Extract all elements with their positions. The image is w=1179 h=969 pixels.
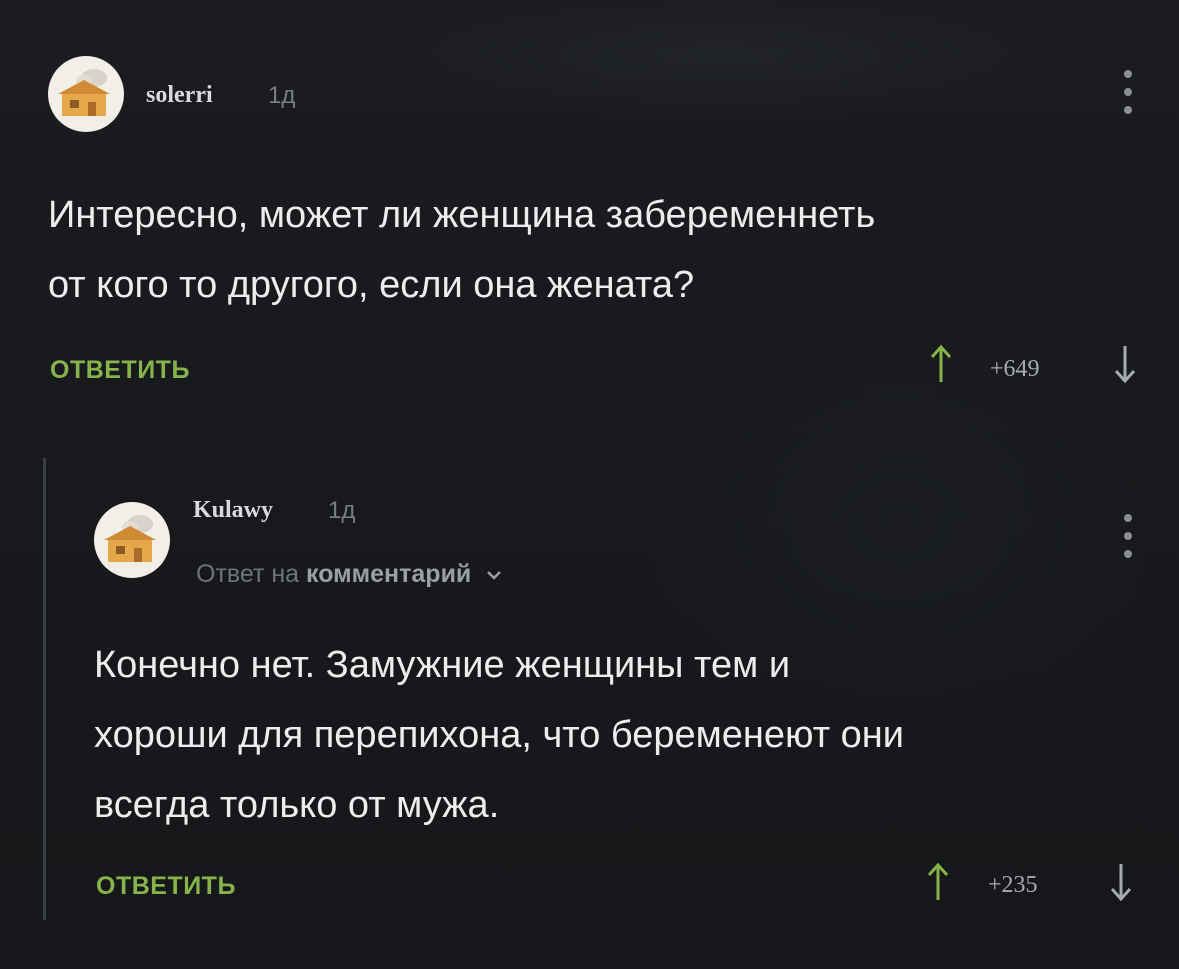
upvote-arrow-icon[interactable] — [928, 344, 954, 384]
comment-body: Интересно, может ли женщина забеременнет… — [48, 180, 875, 320]
house-avatar-icon — [54, 69, 118, 122]
thread-line[interactable] — [43, 458, 46, 920]
comment-body: Конечно нет. Замужние женщины тем и хоро… — [94, 630, 904, 840]
reply-to-link[interactable]: Ответ на комментарий — [196, 560, 502, 589]
username[interactable]: Kulawy — [193, 497, 273, 524]
more-options-icon[interactable] — [1118, 514, 1138, 558]
reply-to-comment-link[interactable]: комментарий — [306, 560, 471, 588]
timestamp: 1д — [268, 82, 296, 109]
chevron-down-icon[interactable] — [486, 569, 502, 581]
avatar[interactable] — [48, 56, 124, 132]
downvote-arrow-icon[interactable] — [1108, 862, 1134, 902]
house-avatar-icon — [100, 515, 164, 568]
vote-score: +649 — [990, 356, 1040, 382]
comment-line: Интересно, может ли женщина забеременнет… — [48, 194, 876, 236]
comment-line: от кого то другого, если она жената? — [48, 264, 695, 306]
comment-line: хороши для перепихона, что беременеют он… — [94, 714, 905, 756]
more-options-icon[interactable] — [1118, 70, 1138, 114]
comment: solerri 1д Интересно, может ли женщина з… — [0, 0, 1179, 420]
comments-screen: solerri 1д Интересно, может ли женщина з… — [0, 0, 1179, 969]
reply-button[interactable]: ОТВЕТИТЬ — [96, 872, 236, 901]
comment-line: всегда только от мужа. — [94, 784, 500, 826]
upvote-arrow-icon[interactable] — [925, 862, 951, 902]
avatar[interactable] — [94, 502, 170, 578]
downvote-arrow-icon[interactable] — [1112, 344, 1138, 384]
comment-line: Конечно нет. Замужние женщины тем и — [94, 644, 791, 686]
timestamp: 1д — [328, 497, 356, 524]
reply-button[interactable]: ОТВЕТИТЬ — [50, 356, 190, 385]
username[interactable]: solerri — [146, 82, 213, 109]
vote-score: +235 — [988, 872, 1038, 898]
reply-to-prefix: Ответ на — [196, 560, 300, 588]
